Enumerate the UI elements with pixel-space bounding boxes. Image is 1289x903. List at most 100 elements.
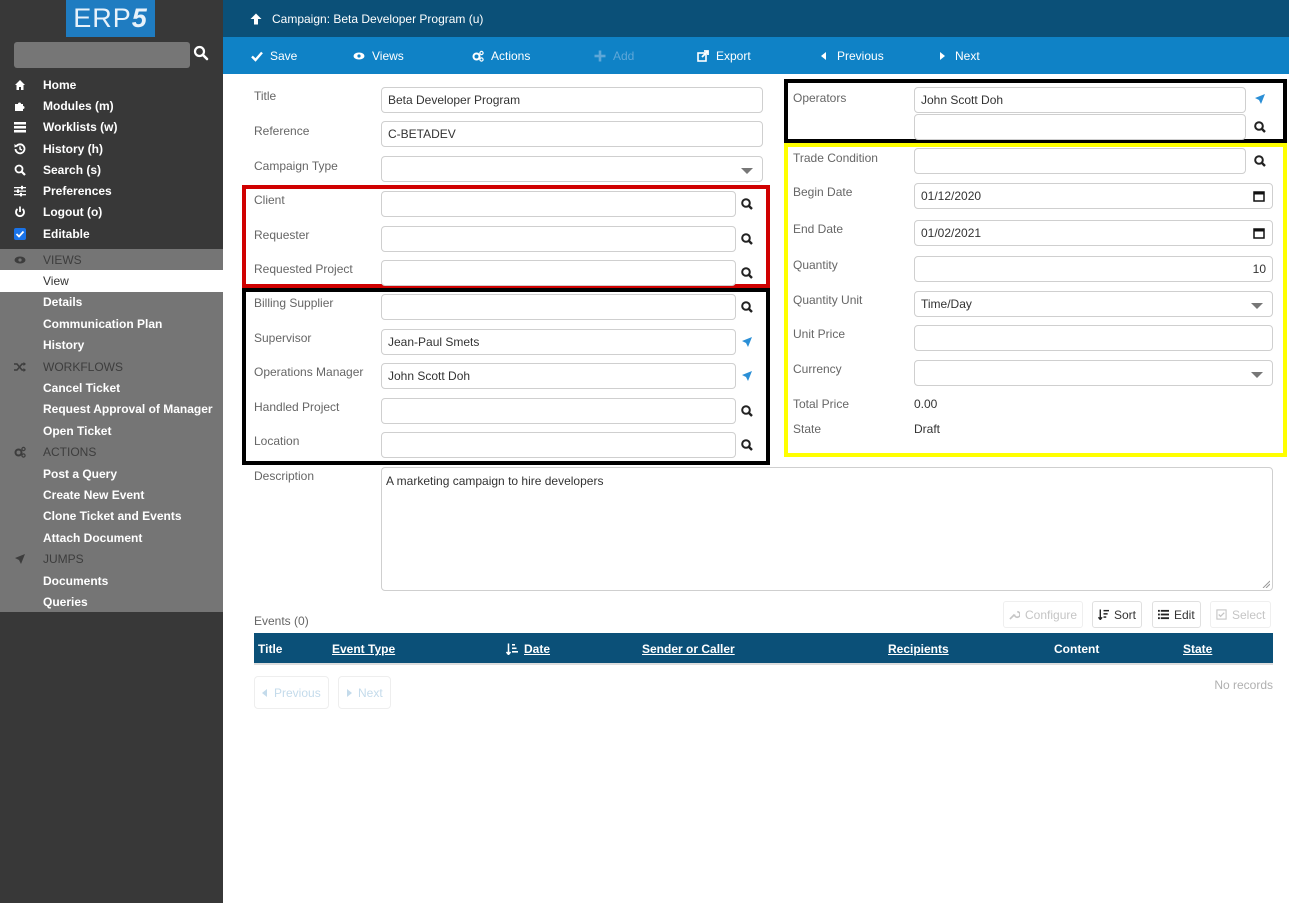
view-item-communication-plan[interactable]: Communication Plan xyxy=(0,313,223,334)
column-date[interactable]: Date xyxy=(524,642,550,656)
previous-button[interactable]: Previous xyxy=(818,37,884,74)
jump-label: Documents xyxy=(43,573,109,588)
column-recipients[interactable]: Recipients xyxy=(888,642,949,656)
operators-input-2[interactable] xyxy=(914,114,1246,140)
sidebar-item-history[interactable]: History (h) xyxy=(0,138,223,159)
share-icon xyxy=(697,49,709,62)
end-date-input[interactable]: 01/02/2021 xyxy=(914,220,1273,246)
save-button[interactable]: Save xyxy=(251,37,297,74)
select-button[interactable]: Select xyxy=(1210,601,1272,628)
calendar-icon[interactable] xyxy=(1253,227,1265,239)
search-icon[interactable] xyxy=(1253,154,1267,168)
erp5-logo[interactable]: ERP5 xyxy=(66,0,155,37)
add-label: Add xyxy=(613,48,635,63)
search-icon[interactable] xyxy=(740,266,754,280)
pager-previous-button[interactable]: Previous xyxy=(254,676,329,709)
checkbox-icon[interactable] xyxy=(0,227,43,240)
workflow-item-request-approval[interactable]: Request Approval of Manager xyxy=(0,399,223,420)
billing-supplier-label: Billing Supplier xyxy=(254,296,334,310)
calendar-icon[interactable] xyxy=(1253,190,1265,202)
search-icon[interactable] xyxy=(193,45,209,61)
page-title[interactable]: Campaign: Beta Developer Program (u) xyxy=(272,12,483,26)
description-textarea[interactable]: A marketing campaign to hire developers xyxy=(381,467,1273,591)
end-date-value: 01/02/2021 xyxy=(921,226,982,240)
workflow-item-cancel-ticket[interactable]: Cancel Ticket xyxy=(0,377,223,398)
sidebar-item-home[interactable]: Home xyxy=(0,74,223,95)
unit-price-input[interactable] xyxy=(914,325,1273,351)
plane-icon[interactable] xyxy=(740,369,754,383)
action-label: Clone Ticket and Events xyxy=(43,509,182,524)
workflow-label: Request Approval of Manager xyxy=(43,402,213,417)
quantity-unit-select[interactable]: Time/Day xyxy=(914,291,1273,317)
views-button[interactable]: Views xyxy=(353,37,404,74)
search-icon[interactable] xyxy=(740,300,754,314)
search-icon[interactable] xyxy=(740,197,754,211)
operators-label: Operators xyxy=(793,91,847,105)
sort-button[interactable]: Sort xyxy=(1092,601,1143,628)
pager-next-button[interactable]: Next xyxy=(338,676,391,709)
search-icon[interactable] xyxy=(1253,120,1267,134)
arrow-up-icon[interactable] xyxy=(250,13,262,25)
operations-manager-input[interactable]: John Scott Doh xyxy=(381,363,736,389)
puzzle-icon xyxy=(0,100,43,112)
quantity-input[interactable]: 10 xyxy=(914,256,1273,282)
trade-condition-label: Trade Condition xyxy=(793,151,878,165)
action-item-clone-ticket[interactable]: Clone Ticket and Events xyxy=(0,506,223,527)
supervisor-input[interactable]: Jean-Paul Smets xyxy=(381,329,736,355)
sidebar-item-preferences[interactable]: Preferences xyxy=(0,180,223,201)
wrench-icon xyxy=(1009,610,1020,620)
column-sender[interactable]: Sender or Caller xyxy=(642,642,735,656)
operators-input-1[interactable]: John Scott Doh xyxy=(914,87,1246,113)
search-icon[interactable] xyxy=(740,232,754,246)
sidebar-item-search[interactable]: Search (s) xyxy=(0,159,223,180)
view-item-details[interactable]: Details xyxy=(0,292,223,313)
plane-icon[interactable] xyxy=(740,335,754,349)
resize-handle-icon[interactable] xyxy=(1262,580,1270,588)
sidebar-item-logout[interactable]: Logout (o) xyxy=(0,202,223,223)
campaign-type-select[interactable] xyxy=(381,156,763,182)
section-actions: ACTIONS xyxy=(0,442,223,463)
jump-item-queries[interactable]: Queries xyxy=(0,591,223,612)
requester-input[interactable] xyxy=(381,226,736,252)
add-button[interactable]: Add xyxy=(594,37,634,74)
jump-item-documents[interactable]: Documents xyxy=(0,570,223,591)
column-title: Title xyxy=(258,642,283,656)
begin-date-label: Begin Date xyxy=(793,185,853,199)
section-workflows: WORKFLOWS xyxy=(0,356,223,377)
tasks-icon xyxy=(0,121,43,133)
sidebar-item-modules[interactable]: Modules (m) xyxy=(0,95,223,116)
reference-input[interactable]: C-BETADEV xyxy=(381,121,763,147)
configure-button[interactable]: Configure xyxy=(1003,601,1084,628)
begin-date-input[interactable]: 01/12/2020 xyxy=(914,183,1273,209)
action-item-post-query[interactable]: Post a Query xyxy=(0,463,223,484)
actions-button[interactable]: Actions xyxy=(472,37,530,74)
handled-project-input[interactable] xyxy=(381,398,736,424)
client-input[interactable] xyxy=(381,191,736,217)
search-icon[interactable] xyxy=(740,438,754,452)
cogs-icon xyxy=(472,50,484,62)
requested-project-input[interactable] xyxy=(381,260,736,286)
sidebar-item-worklists[interactable]: Worklists (w) xyxy=(0,117,223,138)
location-label: Location xyxy=(254,434,300,448)
title-input[interactable]: Beta Developer Program xyxy=(381,87,763,113)
workflow-item-open-ticket[interactable]: Open Ticket xyxy=(0,420,223,441)
action-item-create-event[interactable]: Create New Event xyxy=(0,484,223,505)
column-event-type[interactable]: Event Type xyxy=(332,642,395,656)
billing-supplier-input[interactable] xyxy=(381,294,736,320)
sidebar-search-input[interactable] xyxy=(14,42,190,68)
currency-select[interactable] xyxy=(914,360,1273,386)
search-icon[interactable] xyxy=(740,404,754,418)
plane-icon[interactable] xyxy=(1253,92,1267,106)
location-input[interactable] xyxy=(381,432,736,458)
workflow-label: Cancel Ticket xyxy=(43,381,121,396)
export-button[interactable]: Export xyxy=(697,37,751,74)
action-item-attach-document[interactable]: Attach Document xyxy=(0,527,223,548)
edit-button[interactable]: Edit xyxy=(1152,601,1201,628)
total-price-value: 0.00 xyxy=(914,397,938,411)
view-item-history[interactable]: History xyxy=(0,335,223,356)
trade-condition-input[interactable] xyxy=(914,148,1246,174)
next-button[interactable]: Next xyxy=(936,37,980,74)
column-state[interactable]: State xyxy=(1183,642,1212,656)
sidebar-item-editable[interactable]: Editable xyxy=(0,223,223,244)
view-item-view[interactable]: View xyxy=(0,270,223,292)
